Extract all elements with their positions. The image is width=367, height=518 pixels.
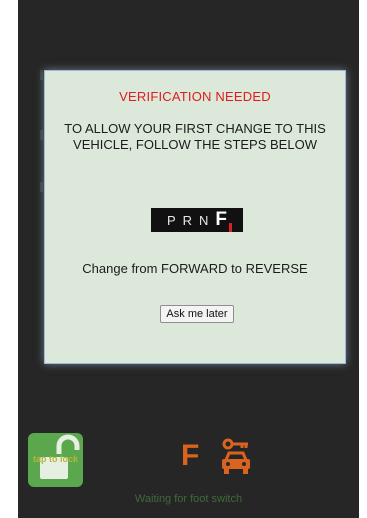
gear-selector-display: P R N F — [151, 208, 243, 232]
car-with-key-icon — [222, 438, 250, 474]
ask-me-later-button[interactable]: Ask me later — [160, 305, 234, 323]
gear-p: P — [166, 212, 177, 228]
dialog-title: VERIFICATION NEEDED — [119, 89, 271, 104]
gear-position-marker — [229, 223, 233, 232]
current-gear-indicator: F — [181, 439, 200, 472]
app-screen: VERIFICATION NEEDED TO ALLOW YOUR FIRST … — [18, 0, 359, 518]
gear-n: N — [199, 212, 210, 228]
gear-active-f: F — [215, 209, 233, 232]
background-marker — [40, 130, 43, 140]
background-marker — [40, 70, 43, 80]
gear-active-label: F — [215, 209, 228, 230]
lock-button-label: tap to lock — [32, 454, 78, 464]
verification-dialog: VERIFICATION NEEDED TO ALLOW YOUR FIRST … — [44, 70, 346, 364]
lock-button[interactable]: tap to lock — [28, 433, 83, 487]
gear-r: R — [182, 212, 194, 228]
background-marker — [40, 182, 43, 192]
status-text: Waiting for foot switch — [134, 493, 243, 505]
dialog-message: TO ALLOW YOUR FIRST CHANGE TO THIS VEHIC… — [64, 121, 326, 152]
instruction-text: Change from FORWARD to REVERSE — [82, 261, 308, 276]
